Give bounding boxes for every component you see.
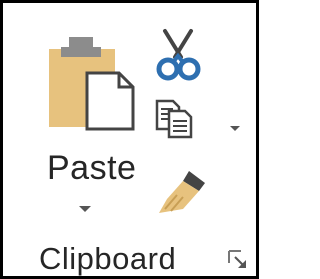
format-painter-button[interactable]	[155, 165, 213, 219]
group-label: Clipboard	[39, 241, 177, 276]
copy-dropdown-icon[interactable]	[229, 125, 241, 132]
scissors-icon	[156, 29, 201, 81]
copy-icon	[155, 99, 193, 139]
dialog-launcher-icon	[228, 250, 246, 268]
clipboard-ribbon-group: Paste Clipboard	[0, 0, 259, 279]
copy-button[interactable]	[151, 93, 245, 145]
paste-icon	[49, 37, 135, 131]
format-painter-icon	[159, 171, 205, 213]
clipboard-dialog-launcher[interactable]	[227, 249, 249, 271]
paste-label: Paste	[47, 149, 137, 187]
paste-button[interactable]: Paste	[27, 23, 145, 219]
paste-dropdown-icon[interactable]	[78, 205, 92, 213]
cut-button[interactable]	[151, 27, 207, 83]
